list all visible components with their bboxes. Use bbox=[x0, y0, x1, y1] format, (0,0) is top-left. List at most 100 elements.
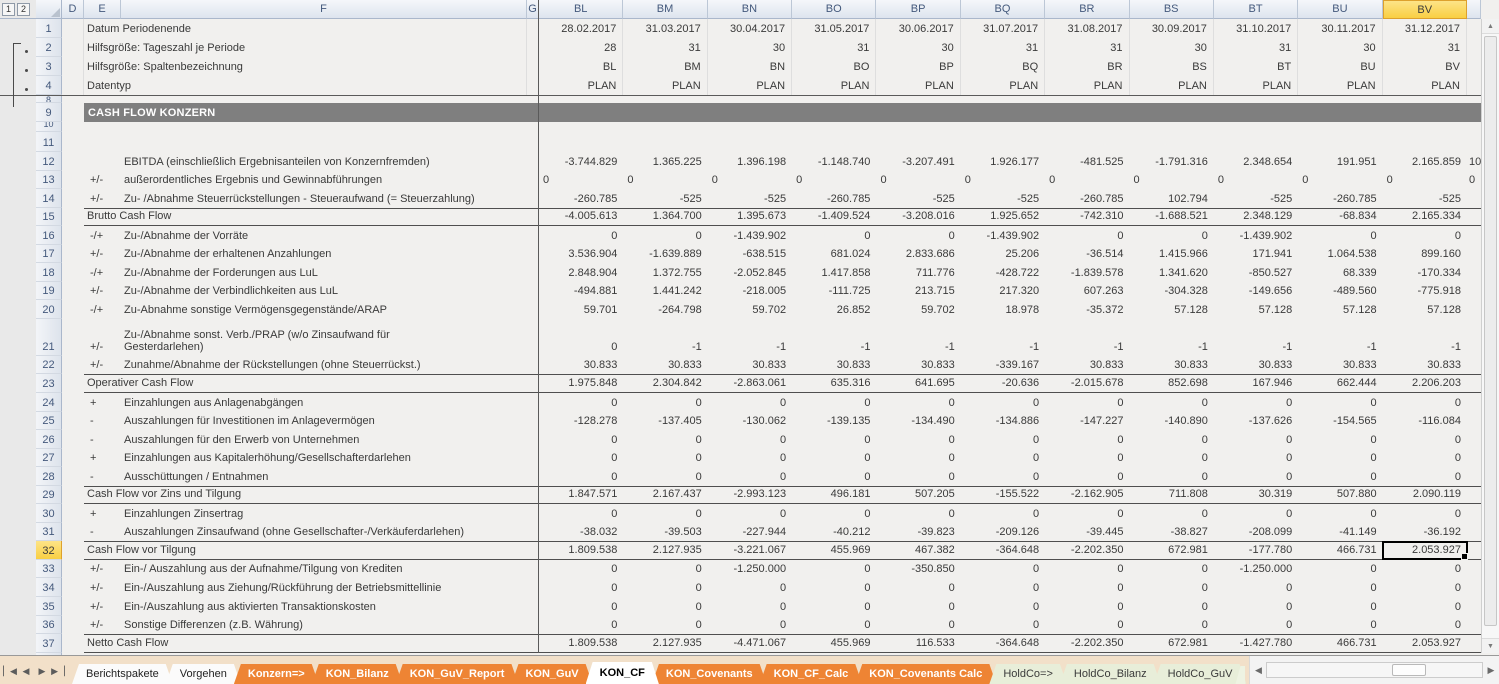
cell-BU13[interactable]: 0 bbox=[1298, 171, 1382, 190]
tab-kon-guv[interactable]: KON_GuV bbox=[511, 664, 592, 684]
row-header-28[interactable]: 28 bbox=[36, 467, 62, 486]
column-header-BS[interactable]: BS bbox=[1130, 0, 1214, 19]
cell-BQ15[interactable]: 1.925.652 bbox=[961, 209, 1045, 226]
cell-BV18[interactable]: -170.334 bbox=[1383, 263, 1467, 282]
cell-BV17[interactable]: 899.160 bbox=[1383, 245, 1467, 264]
cell-BQ23[interactable]: -20.636 bbox=[961, 375, 1045, 392]
cell-colD[interactable] bbox=[62, 319, 84, 356]
cell-BP27[interactable]: 0 bbox=[876, 449, 960, 468]
cell-BT21[interactable]: -1 bbox=[1214, 319, 1298, 356]
column-header-BN[interactable]: BN bbox=[708, 0, 792, 19]
row-header-35[interactable]: 35 bbox=[36, 597, 62, 616]
cell-colD[interactable] bbox=[62, 467, 84, 486]
cell-BN3[interactable]: BN bbox=[708, 57, 792, 76]
cell-BM36[interactable]: 0 bbox=[623, 616, 707, 635]
row-header-20[interactable]: 20 bbox=[36, 300, 62, 319]
tab-holdco-[interactable]: HoldCo=> bbox=[989, 664, 1067, 684]
cell-BP14[interactable]: -525 bbox=[876, 189, 960, 208]
cell-BN27[interactable]: 0 bbox=[708, 449, 792, 468]
row-header-4[interactable]: 4 bbox=[36, 76, 62, 95]
last-sheet-icon[interactable]: ▶▕ bbox=[50, 663, 66, 679]
row-header-36[interactable]: 36 bbox=[36, 616, 62, 635]
cell-BL34[interactable]: 0 bbox=[539, 578, 623, 597]
column-header-BP[interactable]: BP bbox=[876, 0, 960, 19]
column-header-BV[interactable]: BV bbox=[1383, 0, 1467, 19]
cell-BR33[interactable]: 0 bbox=[1045, 560, 1129, 579]
cell-BL23[interactable]: 1.975.848 bbox=[539, 375, 623, 392]
cell-BN33[interactable]: -1.250.000 bbox=[708, 560, 792, 579]
cell-BR35[interactable]: 0 bbox=[1045, 597, 1129, 616]
cell-BO33[interactable]: 0 bbox=[792, 560, 876, 579]
cell-BR19[interactable]: 607.263 bbox=[1045, 282, 1129, 301]
cell-BU23[interactable]: 662.444 bbox=[1298, 375, 1382, 392]
cell-BL30[interactable]: 0 bbox=[539, 504, 623, 523]
cell-BN26[interactable]: 0 bbox=[708, 430, 792, 449]
cell-BO12[interactable]: -1.148.740 bbox=[792, 152, 876, 171]
cell-BT12[interactable]: 2.348.654 bbox=[1214, 152, 1298, 171]
cell-BV36[interactable]: 0 bbox=[1383, 616, 1467, 635]
cell-BQ17[interactable]: 25.206 bbox=[961, 245, 1045, 264]
cell-BP16[interactable]: 0 bbox=[876, 226, 960, 245]
cell-BM2[interactable]: 31 bbox=[623, 38, 707, 57]
row-header-34[interactable]: 34 bbox=[36, 578, 62, 597]
cell-BL32[interactable]: 1.809.538 bbox=[539, 542, 623, 559]
cell-BO35[interactable]: 0 bbox=[792, 597, 876, 616]
cell-BO34[interactable]: 0 bbox=[792, 578, 876, 597]
cell-BN23[interactable]: -2.863.061 bbox=[708, 375, 792, 392]
cell-BU34[interactable]: 0 bbox=[1298, 578, 1382, 597]
cell-BT18[interactable]: -850.527 bbox=[1214, 263, 1298, 282]
cell-BU15[interactable]: -68.834 bbox=[1298, 209, 1382, 226]
cell-BL28[interactable]: 0 bbox=[539, 467, 623, 486]
cell-BS1[interactable]: 30.09.2017 bbox=[1130, 19, 1214, 38]
cell-BS31[interactable]: -38.827 bbox=[1130, 523, 1214, 542]
cell-BT1[interactable]: 31.10.2017 bbox=[1214, 19, 1298, 38]
horizontal-scrollbar[interactable]: ◀ ▶ bbox=[1249, 656, 1499, 684]
cell-BU21[interactable]: -1 bbox=[1298, 319, 1382, 356]
cell-BM20[interactable]: -264.798 bbox=[623, 300, 707, 319]
row-header-22[interactable]: 22 bbox=[36, 356, 62, 375]
cell-BT35[interactable]: 0 bbox=[1214, 597, 1298, 616]
cell-colD[interactable] bbox=[62, 504, 84, 523]
cell-BR23[interactable]: -2.015.678 bbox=[1045, 375, 1129, 392]
cell-colD[interactable] bbox=[62, 226, 84, 245]
cell-BM25[interactable]: -137.405 bbox=[623, 412, 707, 431]
next-sheet-icon[interactable]: ▶ bbox=[34, 663, 50, 679]
cell-BV29[interactable]: 2.090.119 bbox=[1383, 487, 1467, 504]
cell-colD[interactable] bbox=[62, 578, 84, 597]
cell-BQ37[interactable]: -364.648 bbox=[961, 635, 1045, 652]
cell-BS15[interactable]: -1.688.521 bbox=[1130, 209, 1214, 226]
cell-BL18[interactable]: 2.848.904 bbox=[539, 263, 623, 282]
cell-colD[interactable] bbox=[62, 189, 84, 208]
cell-BV31[interactable]: -36.192 bbox=[1383, 523, 1467, 542]
cell-colD[interactable] bbox=[62, 300, 84, 319]
cell-BP34[interactable]: 0 bbox=[876, 578, 960, 597]
cell-BR1[interactable]: 31.08.2017 bbox=[1045, 19, 1129, 38]
cell-BV25[interactable]: -116.084 bbox=[1383, 412, 1467, 431]
cell-BM32[interactable]: 2.127.935 bbox=[623, 542, 707, 559]
cell-BP20[interactable]: 59.702 bbox=[876, 300, 960, 319]
cell-BN24[interactable]: 0 bbox=[708, 393, 792, 412]
cell-BN21[interactable]: -1 bbox=[708, 319, 792, 356]
cell-BT19[interactable]: -149.656 bbox=[1214, 282, 1298, 301]
cell-BL21[interactable]: 0 bbox=[539, 319, 623, 356]
cell-colD[interactable] bbox=[62, 95, 84, 103]
cell-BO14[interactable]: -260.785 bbox=[792, 189, 876, 208]
cell-colD[interactable] bbox=[62, 57, 84, 76]
cell-BO13[interactable]: 0 bbox=[792, 171, 876, 190]
cell-BS12[interactable]: -1.791.316 bbox=[1130, 152, 1214, 171]
cell-BT33[interactable]: -1.250.000 bbox=[1214, 560, 1298, 579]
column-header-F[interactable]: F bbox=[121, 0, 527, 19]
column-header-BQ[interactable]: BQ bbox=[961, 0, 1045, 19]
cell-BV20[interactable]: 57.128 bbox=[1383, 300, 1467, 319]
cell-BO20[interactable]: 26.852 bbox=[792, 300, 876, 319]
tab-kon-cf[interactable]: KON_CF bbox=[586, 662, 659, 684]
cell-BT31[interactable]: -208.099 bbox=[1214, 523, 1298, 542]
cell-BS24[interactable]: 0 bbox=[1130, 393, 1214, 412]
column-header-BO[interactable]: BO bbox=[792, 0, 876, 19]
cell-BV22[interactable]: 30.833 bbox=[1383, 356, 1467, 375]
cell-BS33[interactable]: 0 bbox=[1130, 560, 1214, 579]
cell-BR17[interactable]: -36.514 bbox=[1045, 245, 1129, 264]
cell-BL33[interactable]: 0 bbox=[539, 560, 623, 579]
scroll-up-icon[interactable]: ▲ bbox=[1482, 19, 1499, 34]
cell-BO21[interactable]: -1 bbox=[792, 319, 876, 356]
